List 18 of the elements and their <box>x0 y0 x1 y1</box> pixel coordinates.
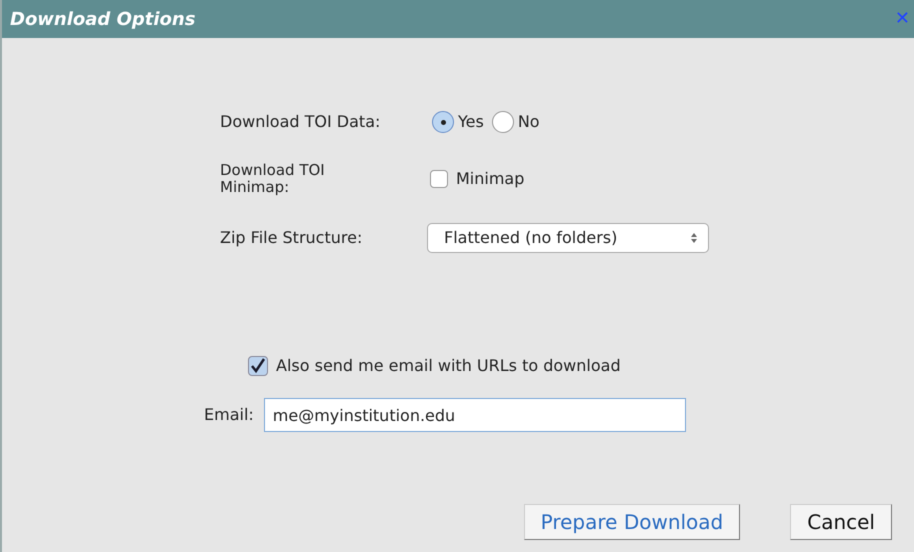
field-label: Download TOI Data: <box>220 111 382 133</box>
radio-button[interactable] <box>492 111 514 133</box>
email-field[interactable]: me@myinstitution.edu <box>264 398 686 432</box>
radio-button[interactable] <box>432 111 454 133</box>
stepper-icon <box>690 232 698 244</box>
window-title: Download Options <box>10 8 196 32</box>
cancel-button[interactable]: Cancel <box>790 504 892 540</box>
field-label: Download TOI Minimap: <box>220 162 326 196</box>
zip-structure-dropdown[interactable]: Flattened (no folders) <box>427 223 709 253</box>
checkbox-label: Minimap <box>456 168 524 190</box>
checkbox[interactable] <box>430 170 448 188</box>
checkbox[interactable] <box>248 356 268 376</box>
radio-label: No <box>518 111 540 133</box>
checkbox-label: Also send me email with URLs to download <box>276 355 621 377</box>
radio-label: Yes <box>458 111 484 133</box>
field-label: Zip File Structure: <box>220 227 364 249</box>
prepare-download-button[interactable]: Prepare Download <box>524 504 740 540</box>
field-label: Email: <box>204 404 254 426</box>
